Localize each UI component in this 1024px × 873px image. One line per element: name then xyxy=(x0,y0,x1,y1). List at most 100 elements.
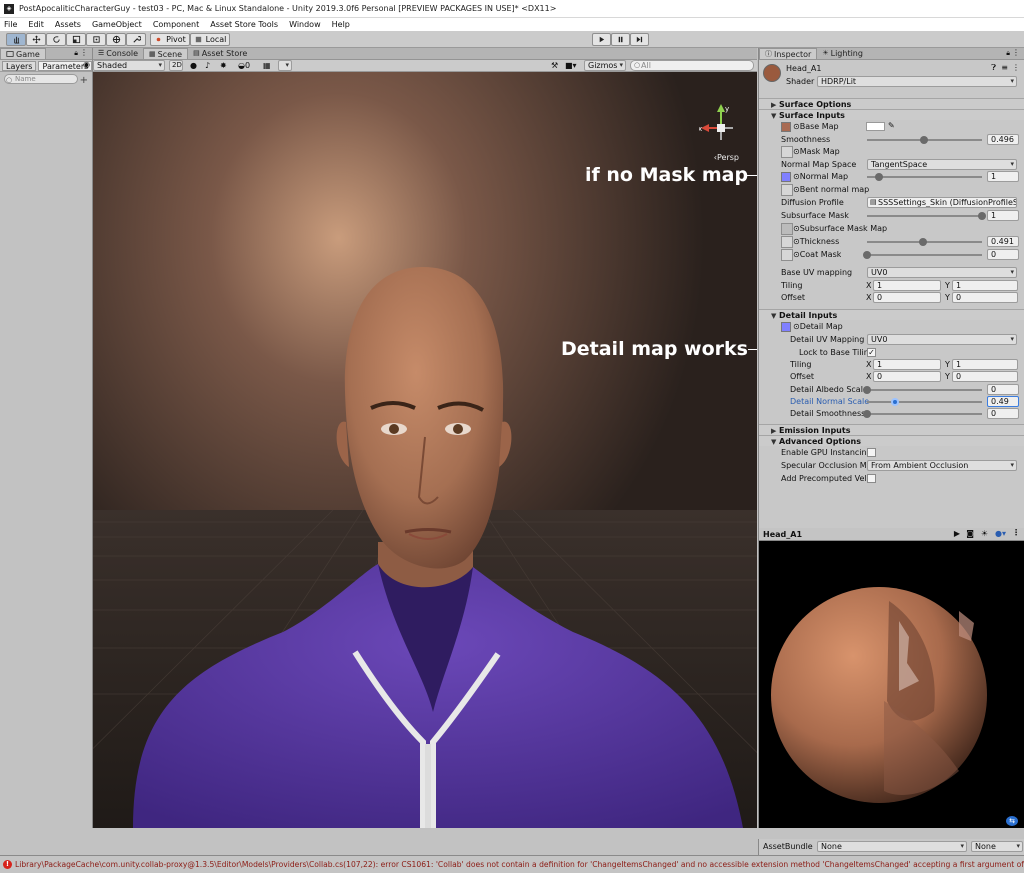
asset-bundle-dropdown[interactable]: None xyxy=(817,841,967,852)
section-surface-inputs[interactable]: ▼ Surface Inputs xyxy=(759,109,1024,120)
normal-map-field[interactable]: 1 xyxy=(987,171,1019,182)
rotate-tool-button[interactable] xyxy=(46,33,66,46)
menu-edit[interactable]: Edit xyxy=(28,20,44,29)
smoothness-field[interactable]: 0.496 xyxy=(987,134,1019,145)
menu-component[interactable]: Component xyxy=(153,20,199,29)
specular-occlusion-mode-dropdown[interactable]: From Ambient Occlusion xyxy=(867,460,1017,471)
thickness-slider-knob[interactable] xyxy=(919,238,928,246)
status-error-message[interactable]: Library\PackageCache\com.unity.collab-pr… xyxy=(15,860,1024,869)
status-bar[interactable]: ! Library\PackageCache\com.unity.collab-… xyxy=(0,855,1024,873)
normal-map-texture-slot[interactable] xyxy=(781,172,791,182)
shader-dropdown[interactable]: HDRP/Lit xyxy=(817,76,1017,87)
eye-icon[interactable]: ◉ xyxy=(83,60,90,69)
audio-toggle-icon[interactable]: ♪ xyxy=(205,61,210,70)
base-uv-mapping-dropdown[interactable]: UV0 xyxy=(867,267,1017,278)
normal-map-space-dropdown[interactable]: TangentSpace xyxy=(867,159,1017,170)
scale-tool-button[interactable] xyxy=(66,33,86,46)
layers-tab[interactable]: Layers xyxy=(2,60,37,71)
tools-icon[interactable]: ⚒ xyxy=(551,61,558,70)
base-map-texture-slot[interactable] xyxy=(781,122,791,132)
subsurface-mask-field[interactable]: 1 xyxy=(987,210,1019,221)
thickness-texture-slot[interactable] xyxy=(781,236,793,248)
menu-window[interactable]: Window xyxy=(289,20,321,29)
menu-help[interactable]: Help xyxy=(332,20,350,29)
base-color-field[interactable] xyxy=(866,122,885,131)
preview-mesh-icon[interactable]: ◙ xyxy=(966,529,974,538)
preview-menu-icon[interactable]: ⋮ xyxy=(1012,528,1020,537)
lock-to-base-tiling-checkbox[interactable]: ✓ xyxy=(867,348,876,357)
scene-options-dropdown[interactable] xyxy=(278,60,292,71)
move-tool-button[interactable] xyxy=(26,33,46,46)
menu-file[interactable]: File xyxy=(4,20,17,29)
preset-icon[interactable]: ≡ xyxy=(1001,63,1008,72)
section-emission-inputs[interactable]: ▶ Emission Inputs xyxy=(759,424,1024,435)
section-advanced-options[interactable]: ▼ Advanced Options xyxy=(759,435,1024,446)
inspector-menu-icon[interactable]: ⋮ xyxy=(1012,48,1020,57)
detail-offset-y-field[interactable]: 0 xyxy=(952,371,1018,382)
detail-albedo-scale-field[interactable]: 0 xyxy=(987,384,1019,395)
normal-map-slider-knob[interactable] xyxy=(875,173,883,181)
detail-tiling-x-field[interactable]: 1 xyxy=(873,359,941,370)
base-tiling-x-field[interactable]: 1 xyxy=(873,280,941,291)
detail-smoothness-scale-field[interactable]: 0 xyxy=(987,408,1019,419)
detail-offset-x-field[interactable]: 0 xyxy=(873,371,941,382)
add-parameter-button[interactable]: + xyxy=(80,75,88,86)
preview-settings-icon[interactable]: ⇆ xyxy=(1006,816,1018,826)
thickness-field[interactable]: 0.491 xyxy=(987,236,1019,247)
tab-inspector[interactable]: ⓘ Inspector xyxy=(759,48,818,59)
normal-map-slider-track[interactable] xyxy=(867,176,982,178)
tab-scene[interactable]: ▦ Scene xyxy=(143,48,189,59)
add-precomputed-velocity-checkbox[interactable] xyxy=(867,474,876,483)
inspector-lock-icon[interactable]: 🔒︎ xyxy=(1006,49,1010,58)
base-offset-x-field[interactable]: 0 xyxy=(873,292,941,303)
pivot-toggle-button[interactable]: Pivot xyxy=(150,33,190,46)
effects-toggle-icon[interactable]: ✸ xyxy=(220,61,227,70)
detail-tiling-y-field[interactable]: 1 xyxy=(952,359,1018,370)
persp-label[interactable]: ‹Persp xyxy=(714,153,739,162)
menu-assets[interactable]: Assets xyxy=(55,20,81,29)
transform-tool-button[interactable] xyxy=(106,33,126,46)
local-toggle-button[interactable]: Local xyxy=(190,33,230,46)
coat-mask-slider-knob[interactable] xyxy=(863,251,871,259)
preview-light-icon[interactable]: ☀ xyxy=(981,529,988,538)
lock-icon[interactable]: 🔒︎ xyxy=(74,49,78,58)
hand-tool-button[interactable] xyxy=(6,33,26,46)
subsurface-mask-texture-slot[interactable] xyxy=(781,223,793,235)
gizmos-dropdown[interactable]: Gizmos xyxy=(584,60,626,71)
preview-sphere-icon[interactable]: ●▾ xyxy=(995,529,1006,538)
asset-bundle-variant-dropdown[interactable]: None xyxy=(971,841,1023,852)
name-search-input[interactable]: Name xyxy=(4,74,78,84)
enable-gpu-instancing-checkbox[interactable] xyxy=(867,448,876,457)
step-button[interactable] xyxy=(630,33,649,46)
detail-uv-mapping-dropdown[interactable]: UV0 xyxy=(867,334,1017,345)
coat-mask-slider-track[interactable] xyxy=(867,254,982,256)
play-button[interactable] xyxy=(592,33,611,46)
tab-console[interactable]: ☰ Console xyxy=(93,48,143,59)
detail-normal-slider-knob[interactable] xyxy=(891,398,900,406)
scene-viewport[interactable]: y x ‹Persp if no Mask map Detail map wor… xyxy=(93,72,757,828)
2d-toggle[interactable]: 2D xyxy=(169,60,183,71)
hidden-objects-icon[interactable]: ◒0 xyxy=(238,61,250,70)
base-offset-y-field[interactable]: 0 xyxy=(952,292,1018,303)
detail-normal-slider-track[interactable] xyxy=(867,401,982,403)
detail-smoothness-slider-track[interactable] xyxy=(867,413,982,415)
help-icon[interactable]: ❓︎ xyxy=(991,63,996,73)
camera-icon[interactable]: ■▾ xyxy=(565,61,577,70)
detail-map-texture-slot[interactable] xyxy=(781,322,791,332)
pause-button[interactable] xyxy=(611,33,630,46)
tab-menu-icon[interactable]: ⋮ xyxy=(80,48,88,57)
diffusion-profile-field[interactable]: SSSSettings_Skin (DiffusionProfileSett xyxy=(867,197,1017,208)
context-menu-icon[interactable]: ⋮ xyxy=(1012,63,1020,72)
menu-gameobject[interactable]: GameObject xyxy=(92,20,142,29)
base-tiling-y-field[interactable]: 1 xyxy=(952,280,1018,291)
section-detail-inputs[interactable]: ▼ Detail Inputs xyxy=(759,309,1024,320)
section-surface-options[interactable]: ▶ Surface Options xyxy=(759,98,1024,109)
rect-tool-button[interactable] xyxy=(86,33,106,46)
scene-search-input[interactable]: All xyxy=(630,60,754,71)
tab-asset-store[interactable]: ▤ Asset Store xyxy=(188,48,252,59)
grid-toggle-icon[interactable]: ▦ xyxy=(263,61,271,70)
mask-map-texture-slot[interactable] xyxy=(781,146,793,158)
lighting-toggle-icon[interactable]: ● xyxy=(190,61,197,70)
detail-normal-scale-field[interactable]: 0.49 xyxy=(987,396,1019,407)
preview-play-icon[interactable]: ▶ xyxy=(954,529,960,538)
